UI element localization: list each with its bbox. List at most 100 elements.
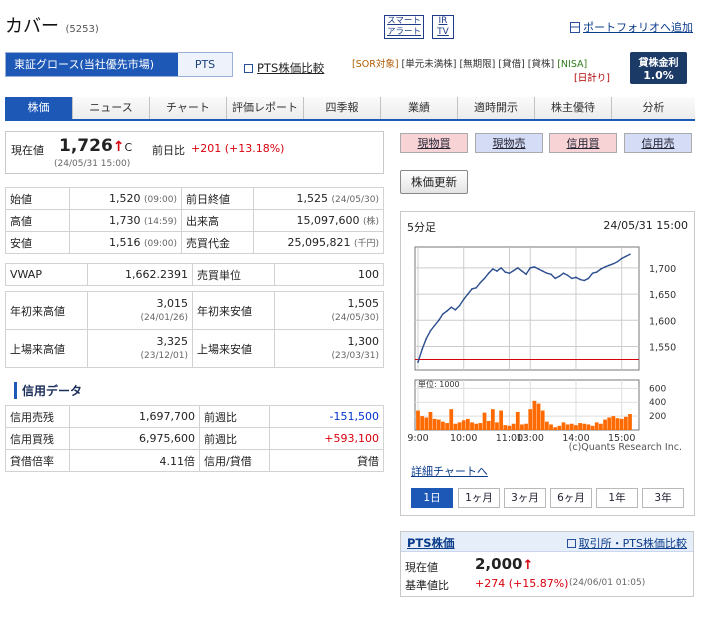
price-point [571, 277, 573, 280]
stat-time: (24/05/30) [331, 195, 379, 205]
price-point [492, 268, 494, 270]
tags-row-2: [日計り] [574, 70, 610, 84]
quote-box: 現在値 1,726↑C 前日比 +201 (+13.18%) (24/05/31… [5, 131, 384, 174]
yearly-value: 3,325 [156, 334, 189, 348]
stat-value-cell: 1,516 (09:00) [69, 231, 182, 254]
volume-bar [420, 416, 425, 430]
tab-analysis[interactable]: 分析 [612, 97, 695, 119]
tab-chart[interactable]: チャート [150, 97, 227, 119]
price-point [437, 319, 440, 322]
vwap-label: VWAP [5, 263, 88, 286]
stat-value-cell: 15,097,600 (株) [253, 209, 384, 232]
yearly-row: 上場来高値 3,325 (23/12/01) 上場来安値 1,300 (23/03/… [5, 329, 384, 368]
tab-rating-report[interactable]: 評価レポート [227, 97, 304, 119]
volume-bar [536, 403, 541, 430]
main-tab-bar: 株価 ニュース チャート 評価レポート 四季報 業績 適時開示 株主優待 分析 [5, 97, 695, 121]
volume-bar [603, 419, 607, 430]
price-point [620, 257, 623, 260]
refresh-price-button[interactable]: 株価更新 [400, 170, 468, 194]
smart-alert-button[interactable]: スマート アラート [384, 15, 424, 39]
up-arrow-icon: ↑ [112, 139, 125, 155]
x-tick-label: 9:00 [407, 433, 428, 444]
price-point [475, 287, 477, 289]
pts-time: (24/06/01 01:05) [569, 578, 646, 588]
margin-buy-button[interactable]: 信用買 [549, 133, 617, 153]
margin-label: 信用売残 [5, 405, 70, 428]
price-point [421, 348, 423, 350]
price-point [608, 264, 611, 267]
yearly-table: 年初来高値 3,015 (24/01/26) 年初来安値 1,505 (24/05/… [5, 291, 384, 368]
price-point [550, 273, 552, 276]
price-point [516, 267, 519, 269]
price-point [625, 255, 627, 258]
tab-news[interactable]: ニュース [73, 97, 150, 119]
stat-value: 1,730 [109, 214, 141, 227]
market-tab-pts[interactable]: PTS [178, 53, 232, 76]
cash-sell-button[interactable]: 現物売 [475, 133, 543, 153]
tab-price[interactable]: 株価 [5, 97, 73, 119]
volume-bar [445, 423, 449, 430]
yearly-date: (23/12/01) [140, 350, 188, 361]
period-1m-button[interactable]: 1ヶ月 [458, 488, 500, 508]
price-point [429, 329, 432, 332]
trading-unit-label: 売買単位 [192, 263, 275, 286]
price-point [558, 275, 561, 278]
popup-icon [566, 539, 576, 548]
current-price: 1,726↑C [59, 136, 132, 156]
price-point [554, 277, 556, 280]
y-tick-label: 1,550 [649, 342, 676, 353]
margin-sell-button[interactable]: 信用売 [624, 133, 692, 153]
volume-bar [586, 424, 591, 430]
portfolio-add-link[interactable]: ポートフォリオへ追加 [570, 19, 693, 35]
stat-time: (09:00) [144, 195, 177, 205]
lending-rate-label: 貸株金利 [638, 58, 679, 69]
document-icon [570, 22, 580, 33]
period-3m-button[interactable]: 3ヶ月 [504, 488, 546, 508]
stats-row: 高値 1,730 (14:59) 出来高 15,097,600 (株) [5, 209, 384, 232]
trading-unit-value: 100 [274, 263, 384, 286]
price-point [529, 267, 532, 269]
margin-row: 信用買残 6,975,600 前週比 +593,100 [5, 427, 384, 450]
volume-tick-label: 600 [649, 384, 666, 394]
period-1d-button[interactable]: 1日 [411, 488, 453, 508]
price-point [479, 281, 482, 284]
volume-bar [524, 423, 528, 430]
price-point [579, 278, 581, 281]
volume-bar [553, 427, 558, 430]
margin-change-value: +593,100 [269, 427, 384, 450]
price-point [442, 313, 444, 315]
pts-base-label: 基準値比 [405, 579, 449, 592]
margin-value: 4.11倍 [69, 449, 200, 472]
stat-label: 始値 [5, 187, 70, 210]
yearly-label: 上場来高値 [5, 329, 88, 368]
margin-label: 信用/貸借 [199, 449, 270, 472]
volume-bar [507, 425, 512, 430]
volume-tick-label: 400 [649, 398, 666, 408]
up-arrow-icon: ↑ [522, 558, 534, 573]
pts-compare-link[interactable]: PTS株価比較 [244, 60, 324, 76]
cash-buy-button[interactable]: 現物買 [400, 133, 468, 153]
tab-earnings[interactable]: 業績 [381, 97, 458, 119]
change-label: 前日比 [152, 144, 185, 157]
tab-shareholder-benefits[interactable]: 株主優待 [535, 97, 612, 119]
lending-rate-badge: 貸株金利 1.0% [630, 52, 687, 84]
pts-change: +274 (+15.87%) [475, 577, 569, 590]
pts-compare-label: PTS株価比較 [257, 61, 325, 75]
period-6m-button[interactable]: 6ヶ月 [550, 488, 592, 508]
yearly-value-cell: 1,300 (23/03/31) [274, 329, 384, 368]
detail-chart-link[interactable]: 詳細チャートへ [411, 463, 488, 479]
stat-value: 1,520 [109, 192, 141, 205]
pts-title[interactable]: PTS株価 [407, 535, 455, 551]
tag-unlimited: [無期限] [459, 59, 496, 70]
tab-shikiho[interactable]: 四季報 [304, 97, 381, 119]
period-3y-button[interactable]: 3年 [642, 488, 684, 508]
price-point [446, 310, 448, 312]
tag-lending: [貸借] [498, 59, 525, 70]
chart-panel: 5分足 24/05/31 15:00 1,700 1,650 1,600 1,550 … [400, 211, 695, 516]
pts-compare-link-2[interactable]: 取引所・PTS株価比較 [566, 535, 687, 551]
tab-disclosure[interactable]: 適時開示 [458, 97, 535, 119]
period-1y-button[interactable]: 1年 [596, 488, 638, 508]
ir-tv-button[interactable]: IR TV [432, 15, 454, 39]
market-tab-tse-growth[interactable]: 東証グロース(当社優先市場) [6, 53, 178, 76]
price-plot: 1,700 1,650 1,600 1,550 [414, 246, 676, 371]
